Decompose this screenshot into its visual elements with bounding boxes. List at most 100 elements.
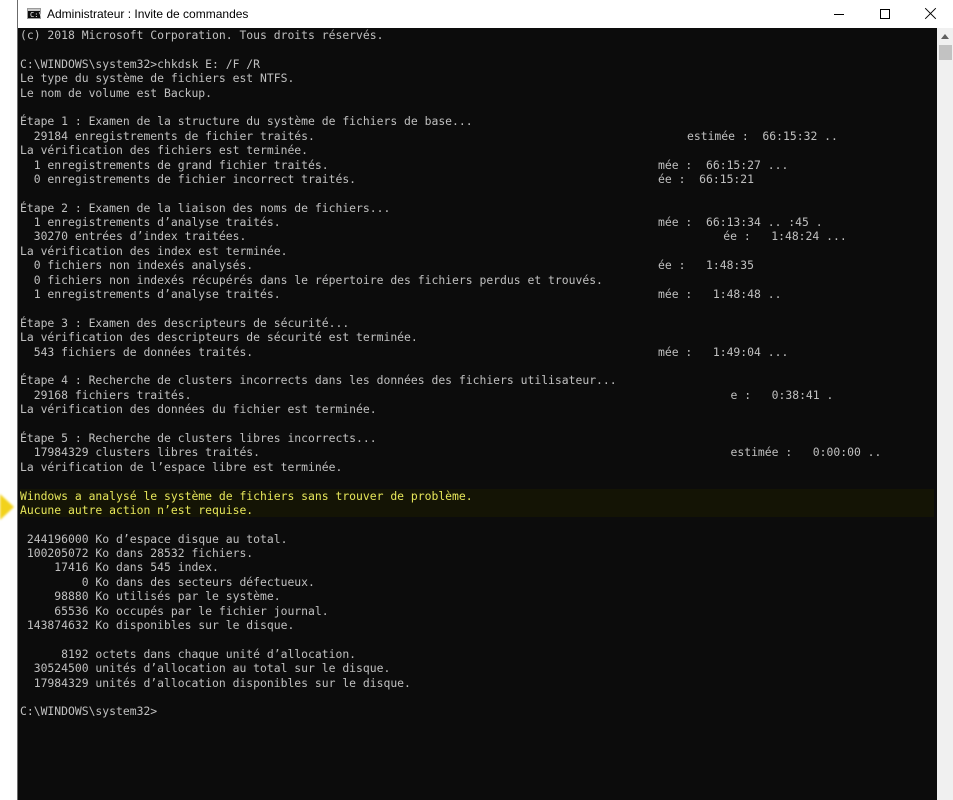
scroll-thumb[interactable] — [939, 45, 952, 60]
console-line-text: 98880 Ko utilisés par le système. — [20, 589, 281, 604]
console-line: 17984329 clusters libres traités. estimée… — [20, 445, 934, 459]
cmd-window: C:\ Administrateur : Invite de commandes… — [17, 0, 953, 800]
console-line-text: 0 Ko dans des secteurs défectueux. — [20, 574, 315, 589]
console-line-text: La vérification des données du fichier e… — [20, 402, 377, 417]
title-bar[interactable]: C:\ Administrateur : Invite de commandes — [18, 0, 953, 28]
scroll-up-arrow-icon[interactable] — [941, 34, 949, 39]
yellow-arrow-marker — [0, 494, 14, 520]
console-line-progress: ée : 1:48:24 ... — [723, 229, 847, 244]
console-line: 0 enregistrements de fichier incorrect t… — [20, 172, 934, 186]
console-line-text: Le nom de volume est Backup. — [20, 85, 213, 100]
console-line-text: La vérification des index est terminée. — [20, 243, 288, 258]
console-line-text: 1 enregistrements d’analyse traités. — [20, 215, 281, 230]
console-line-text: Étape 4 : Recherche de clusters incorrec… — [20, 373, 617, 388]
console-line-text: Étape 5 : Recherche de clusters libres i… — [20, 430, 377, 445]
console-line-progress: mée : 1:48:48 .. — [658, 287, 782, 302]
console-line-text: La vérification des fichiers est terminé… — [20, 143, 309, 158]
console-line: Le nom de volume est Backup. — [20, 86, 934, 100]
console-line-text: 0 enregistrements de fichier incorrect t… — [20, 171, 357, 186]
console-line-progress: estimée : 0:00:00 .. — [730, 445, 882, 460]
console-line: (c) 2018 Microsoft Corporation. Tous dro… — [20, 28, 934, 42]
console-line-text: 29168 fichiers traités. — [20, 387, 192, 402]
console-line: Étape 1 : Examen de la structure du syst… — [20, 114, 934, 128]
console-line: 1 enregistrements d’analyse traités. mée … — [20, 215, 934, 229]
console-line: La vérification des descripteurs de sécu… — [20, 330, 934, 344]
console-line: La vérification des données du fichier e… — [20, 402, 934, 416]
console-line: 17984329 unités d’allocation disponibles… — [20, 676, 934, 690]
minimize-icon — [834, 14, 844, 15]
console-line-text: 29184 enregistrements de fichier traités… — [20, 128, 315, 143]
minimize-button[interactable] — [816, 0, 862, 28]
console-line: 0 fichiers non indexés analysés. ée : 1:4… — [20, 258, 934, 272]
console-line-progress: mée : 1:49:04 ... — [658, 344, 789, 359]
console-line-text: C:\WINDOWS\system32>chkdsk E: /F /R — [20, 56, 261, 71]
console-line: Étape 4 : Recherche de clusters incorrec… — [20, 373, 934, 387]
console-line-progress: ée : 1:48:35 — [658, 258, 755, 273]
console-line: 0 fichiers non indexés récupérés dans le… — [20, 273, 934, 287]
console-line: 8192 octets dans chaque unité d’allocati… — [20, 647, 934, 661]
console-line: Étape 2 : Examen de la liaison des noms … — [20, 201, 934, 215]
cmd-icon: C:\ — [27, 8, 43, 19]
close-button[interactable] — [908, 0, 953, 28]
console-line: Aucune autre action n’est requise. — [20, 502, 934, 518]
console-line-text: Aucune autre action n’est requise. — [20, 502, 254, 517]
console-line: 17416 Ko dans 545 index. — [20, 560, 934, 574]
console-line-text: La vérification des descripteurs de sécu… — [20, 330, 418, 345]
console-line-text: (c) 2018 Microsoft Corporation. Tous dro… — [20, 28, 384, 42]
console-line: Le type du système de fichiers est NTFS. — [20, 71, 934, 85]
console-line: 244196000 Ko d’espace disque au total. — [20, 532, 934, 546]
window-title: Administrateur : Invite de commandes — [47, 7, 249, 21]
console-line-progress: e : 0:38:41 . — [730, 387, 834, 402]
console-line: 0 Ko dans des secteurs défectueux. — [20, 575, 934, 589]
console-line-text: 65536 Ko occupés par le fichier journal. — [20, 603, 329, 618]
console-line-progress: mée : 66:15:27 ... — [658, 157, 789, 172]
console-line-text: 0 fichiers non indexés récupérés dans le… — [20, 272, 603, 287]
maximize-button[interactable] — [862, 0, 908, 28]
console-line: Étape 5 : Recherche de clusters libres i… — [20, 431, 934, 445]
console-line: 1 enregistrements d’analyse traités. mée … — [20, 287, 934, 301]
console-line: 30270 entrées d’index traitées. ée : 1:48… — [20, 229, 934, 243]
console-line: 65536 Ko occupés par le fichier journal. — [20, 604, 934, 618]
console-line-text: 143874632 Ko disponibles sur le disque. — [20, 618, 295, 633]
console-line: La vérification de l’espace libre est te… — [20, 460, 934, 474]
console-line-text: Windows a analysé le système de fichiers… — [20, 488, 473, 503]
console-line-text: 30524500 unités d’allocation au total su… — [20, 661, 391, 676]
console-line: 30524500 unités d’allocation au total su… — [20, 661, 934, 675]
console-line: 543 fichiers de données traités. mée : 1:… — [20, 345, 934, 359]
console-line-text: 0 fichiers non indexés analysés. — [20, 258, 254, 273]
console-line: C:\WINDOWS\system32>chkdsk E: /F /R — [20, 57, 934, 71]
console-line-text: 543 fichiers de données traités. — [20, 344, 254, 359]
cmd-icon-label: C:\ — [30, 11, 43, 19]
vertical-scrollbar[interactable] — [937, 28, 953, 800]
console-line: 100205072 Ko dans 28532 fichiers. — [20, 546, 934, 560]
console-line: 98880 Ko utilisés par le système. — [20, 589, 934, 603]
console-line-progress: estimée : 66:15:32 .. — [687, 128, 838, 143]
console-line-progress: mée : 66:13:34 .. :45 . — [658, 215, 823, 230]
console-line-text: La vérification de l’espace libre est te… — [20, 459, 343, 474]
console-line-text: 1 enregistrements d’analyse traités. — [20, 287, 281, 302]
console-line: La vérification des fichiers est terminé… — [20, 143, 934, 157]
console-line-text: Étape 2 : Examen de la liaison des noms … — [20, 200, 391, 215]
console-line-text: Étape 3 : Examen des descripteurs de séc… — [20, 315, 350, 330]
console-line: 143874632 Ko disponibles sur le disque. — [20, 618, 934, 632]
console-line-text: 17984329 clusters libres traités. — [20, 445, 261, 460]
console-line: Windows a analysé le système de fichiers… — [20, 488, 934, 503]
console-line-text: 100205072 Ko dans 28532 fichiers. — [20, 546, 254, 561]
console-output[interactable]: (c) 2018 Microsoft Corporation. Tous dro… — [20, 28, 934, 800]
maximize-icon — [880, 9, 890, 19]
console-line: Étape 3 : Examen des descripteurs de séc… — [20, 316, 934, 330]
close-icon — [925, 7, 937, 19]
console-line-text: 17416 Ko dans 545 index. — [20, 560, 219, 575]
console-line-text: 244196000 Ko d’espace disque au total. — [20, 531, 288, 546]
console-line-text: 17984329 unités d’allocation disponibles… — [20, 675, 411, 690]
console-line-text: 30270 entrées d’index traitées. — [20, 229, 247, 244]
console-line: La vérification des index est terminée. — [20, 244, 934, 258]
